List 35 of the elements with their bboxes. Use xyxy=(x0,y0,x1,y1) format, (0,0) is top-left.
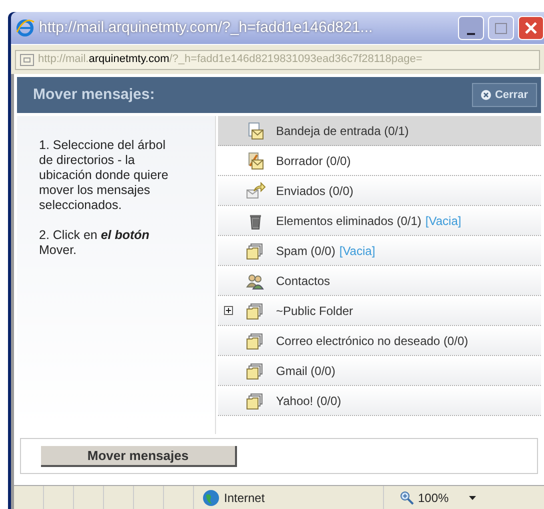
instruction-text: 2. Click en el botón Mover. xyxy=(39,228,150,258)
folder-label: Borrador (0/0) xyxy=(276,152,351,170)
address-field[interactable]: http://mail.arquinetmty.com/?_h=fadd1e146d8219831093ead36c7f28118page= xyxy=(15,50,540,70)
folder-item[interactable]: Bandeja de entrada (0/1) xyxy=(218,116,541,146)
folder-label: Spam (0/0) xyxy=(276,242,336,260)
folder-label: Contactos xyxy=(276,272,330,290)
instruction-text: 1. Seleccione del árbol de directorios - la ubicación donde quiere mover los mensajes seleccionados. xyxy=(39,138,170,213)
browser-icon xyxy=(15,18,35,38)
dropdown-caret-icon[interactable] xyxy=(468,496,476,500)
contacts-icon xyxy=(246,272,266,290)
close-dialog-button[interactable]: Cerrar xyxy=(472,83,537,107)
window-title: http://mail.arquinetmty.com/?_h=fadd1e146d821... xyxy=(39,18,374,38)
folder-label: Yahoo! (0/0) xyxy=(276,392,342,410)
drafts-icon xyxy=(246,152,266,170)
sent-icon xyxy=(246,182,266,200)
dialog-title: Mover mensajes: xyxy=(33,84,155,105)
folder-label: Correo electrónico no deseado (0/0) xyxy=(276,332,468,350)
close-icon xyxy=(480,90,491,100)
zone-text: Internet xyxy=(224,490,265,506)
expand-icon[interactable] xyxy=(224,306,232,315)
page-icon xyxy=(20,54,34,66)
folder-label: Gmail (0/0) xyxy=(276,362,336,380)
globe-icon xyxy=(202,488,220,506)
address-text: http://mail.arquinetmty.com/?_h=fadd1e146d8219831093ead36c7f28118page= xyxy=(38,52,422,68)
zoom-level[interactable]: 100% xyxy=(418,488,449,506)
folder-label: Enviados (0/0) xyxy=(276,182,354,200)
close-button[interactable] xyxy=(518,16,544,40)
move-messages-button[interactable]: Mover mensajes xyxy=(41,446,237,466)
minimize-button[interactable] xyxy=(458,16,484,40)
folder-label: ~Public Folder xyxy=(276,302,354,320)
folder-label: Bandeja de entrada (0/1) xyxy=(276,122,409,140)
zoom-icon xyxy=(400,490,414,504)
inbox-icon xyxy=(246,122,266,140)
close-icon xyxy=(525,22,537,34)
folder-label: Elementos eliminados (0/1) xyxy=(276,212,422,230)
